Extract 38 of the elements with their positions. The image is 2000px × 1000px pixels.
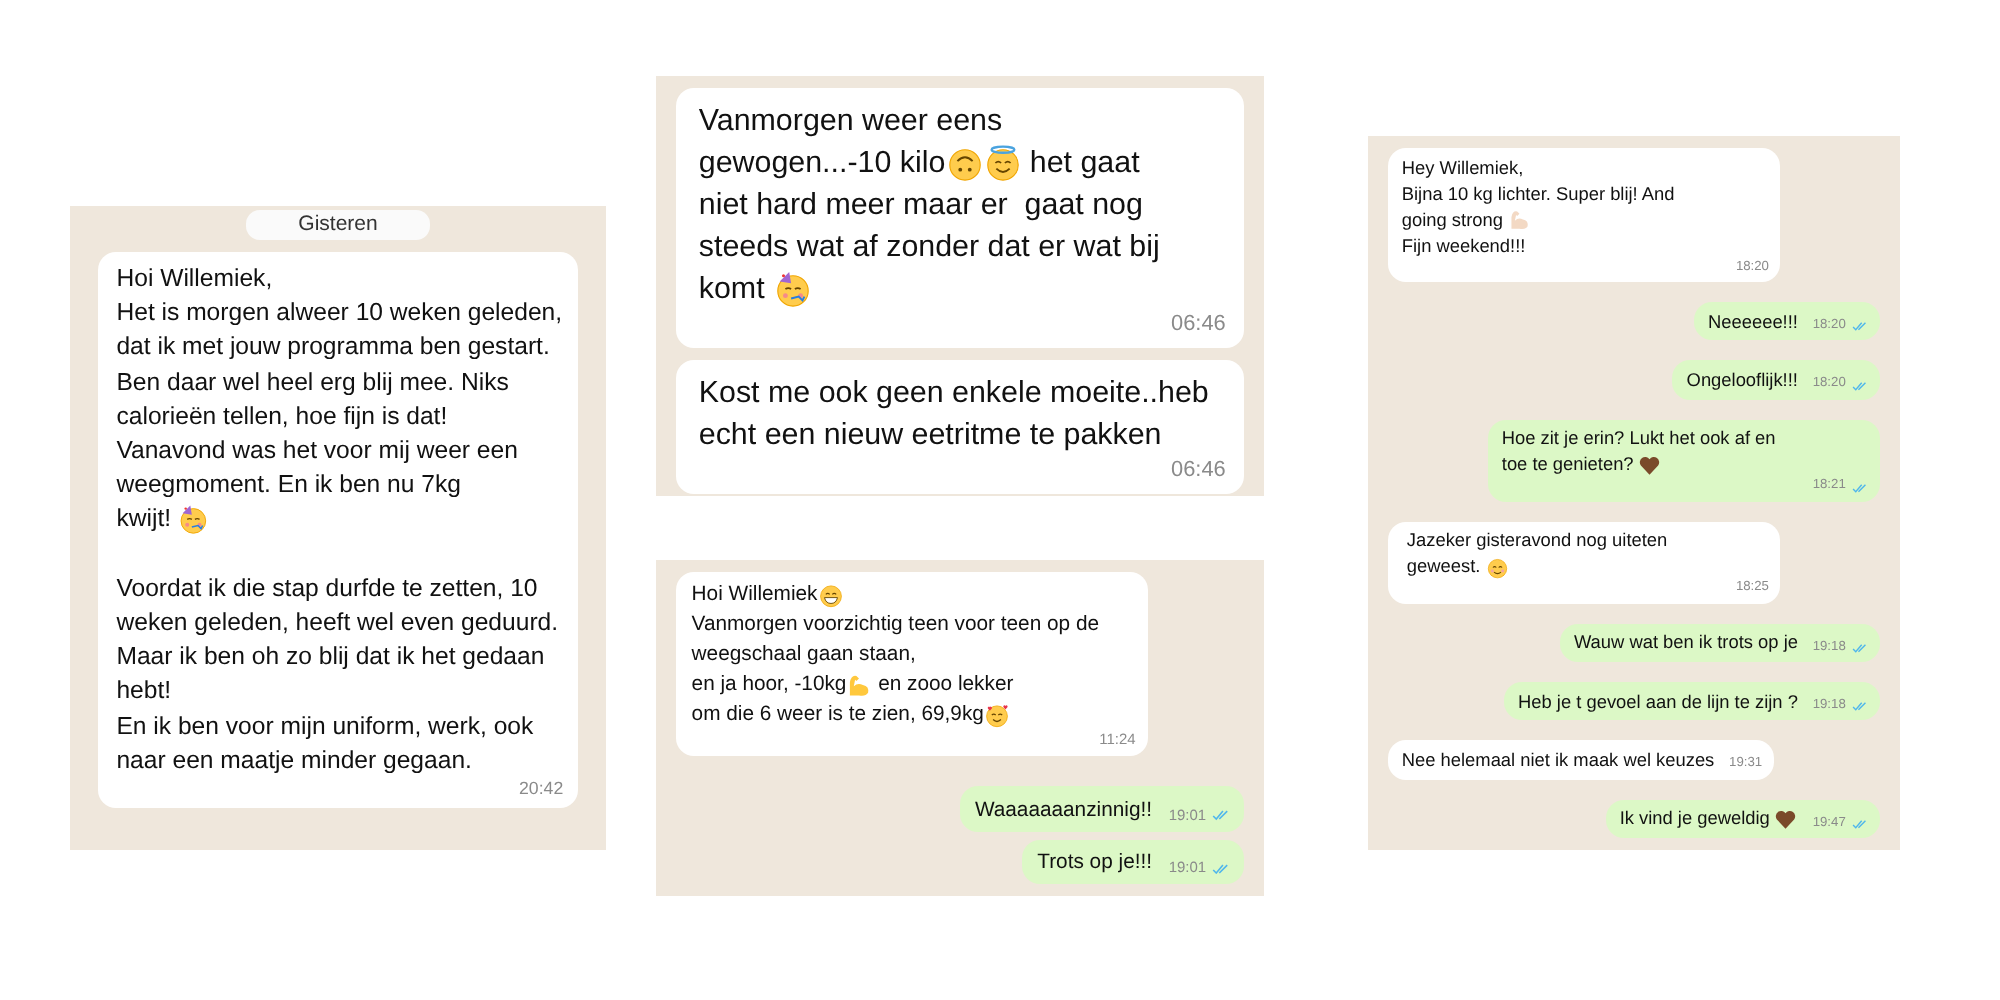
upside-down-face-icon [945,144,984,183]
grinning-face-icon [817,582,844,609]
message-text: om die 6 weer is te zien, 69,9kg [691,702,984,731]
message-text: Hoi Willemiek [691,582,818,611]
heart-icon [1774,808,1798,831]
message-text: Wauw wat ben ik trots op je [1573,630,1798,657]
message-text: Heb je t gevoel aan de lijn te zijn ? [1518,689,1798,716]
message-text: Kost me ook geen enkele moeite..heb echt een nieuw eetritme te pakken [698,373,1211,456]
message-text: geweest. [1406,554,1483,581]
message-text: en zooo lekker [876,672,1014,701]
smiling-face-icon [1485,556,1509,580]
message-text: het gaat [1027,144,1140,185]
message-text: toe te genieten? [1501,452,1636,479]
message-text: Vanmorgen weer eens [698,102,1003,143]
smiling-face-with-hearts-icon [983,702,1010,729]
message-text: Fijn weekend!!! [1401,233,1526,260]
message-text: going strong [1401,207,1505,234]
message-text: komt [698,270,767,311]
message-text: en ja hoor, -10kg [691,672,847,701]
heart-icon [1638,454,1662,478]
message-time: 06:46 [1171,310,1226,339]
message-text: Ik vind je geweldig [1619,806,1772,833]
message-text: Ongelooflijk!!! [1686,367,1798,394]
message-time: 06:46 [1171,455,1226,485]
date-label: Gisteren [246,210,430,240]
message-text: Neeeeee!!! [1708,309,1798,336]
message-text: Nee helemaal niet ik maak wel keuzes [1401,747,1715,774]
party-face-icon [773,270,812,309]
message-text: Voordat ik die stap durfde te zetten, 10 weken geleden, heeft wel even geduurd. Maar ik ben oh zo blij dat ik het gedaan hebt! En ik ben voor mijn uniform, werk, ook naar een maatje minder gegaan. [116,571,561,778]
halo-face-icon [983,144,1022,183]
message-text: Jazeker gisteravond nog uiteten [1406,528,1668,555]
party-face-icon [177,504,209,536]
message-text: Waaaaaaanzinnig!! [974,797,1153,826]
message-time: 20:42 [518,777,564,801]
message-text: gewogen...-10 kilo [698,144,946,185]
message-text: Trots op je!!! [1037,849,1153,878]
message-text: Hoe zit je erin? Lukt het ook af en [1501,426,1776,453]
message-text: kwijt! [116,502,174,537]
